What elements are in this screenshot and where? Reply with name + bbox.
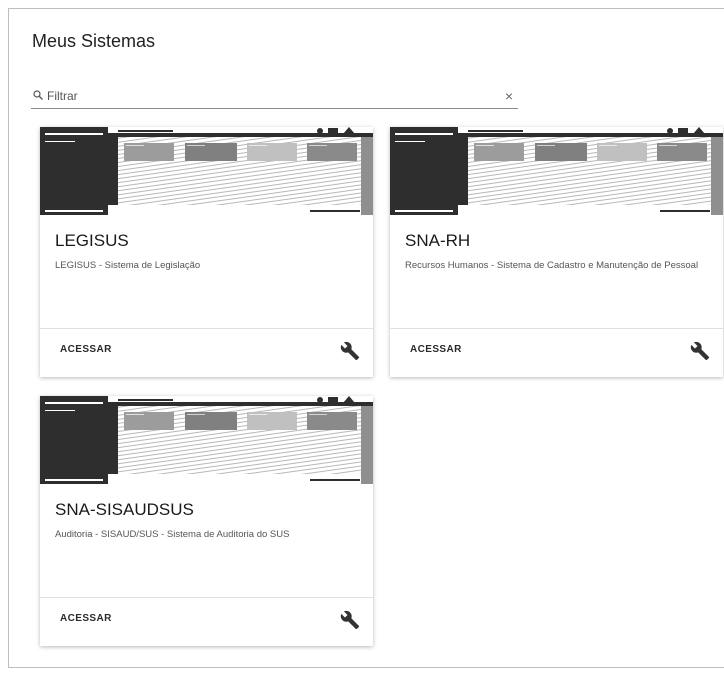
system-card-sna-sisaudsus: SNA-SISAUDSUS Auditoria - SISAUD/SUS - S… bbox=[40, 396, 373, 646]
card-description: Auditoria - SISAUD/SUS - Sistema de Audi… bbox=[55, 529, 290, 540]
access-button[interactable]: ACESSAR bbox=[410, 344, 462, 355]
card-title: SNA-RH bbox=[405, 231, 471, 250]
filter-input[interactable] bbox=[47, 87, 487, 105]
close-icon[interactable]: × bbox=[505, 87, 513, 105]
wrench-icon[interactable] bbox=[690, 341, 710, 361]
card-description: Recursos Humanos - Sistema de Cadastro e… bbox=[405, 260, 699, 271]
card-actions: ACESSAR bbox=[40, 597, 373, 646]
search-icon bbox=[33, 90, 43, 100]
page-title: Meus Sistemas bbox=[32, 31, 156, 51]
system-thumbnail bbox=[40, 396, 373, 484]
system-thumbnail bbox=[40, 127, 373, 215]
filter-field[interactable]: × bbox=[31, 85, 518, 109]
wrench-icon[interactable] bbox=[340, 341, 360, 361]
system-card-legisus: LEGISUS LEGISUS - Sistema de Legislação … bbox=[40, 127, 373, 377]
card-title: LEGISUS bbox=[55, 231, 129, 250]
card-actions: ACESSAR bbox=[40, 328, 373, 377]
access-button[interactable]: ACESSAR bbox=[60, 613, 112, 624]
system-card-sna-rh: SNA-RH Recursos Humanos - Sistema de Cad… bbox=[390, 127, 723, 377]
access-button[interactable]: ACESSAR bbox=[60, 344, 112, 355]
card-title: SNA-SISAUDSUS bbox=[55, 500, 194, 519]
wrench-icon[interactable] bbox=[340, 610, 360, 630]
system-thumbnail bbox=[390, 127, 723, 215]
card-description: LEGISUS - Sistema de Legislação bbox=[55, 260, 201, 271]
card-actions: ACESSAR bbox=[390, 328, 723, 377]
